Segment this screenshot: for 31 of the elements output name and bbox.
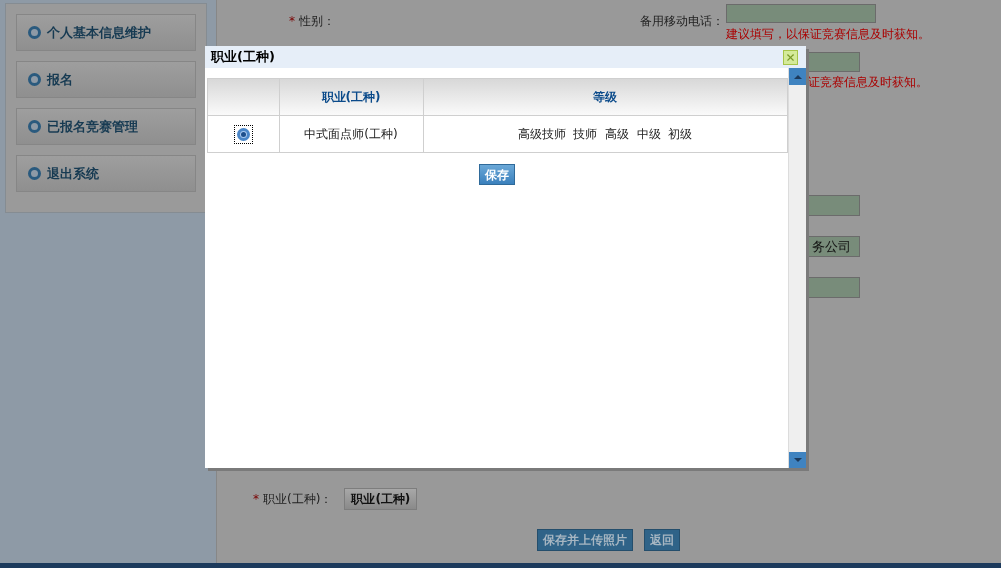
text-field[interactable]: 务公司 <box>806 236 860 257</box>
sidebar-item[interactable]: 退出系统 <box>16 155 196 192</box>
required-mark: * <box>253 491 259 508</box>
hint-text: 建议填写，以保证竞赛信息及时获知。 <box>726 26 930 43</box>
sidebar-item[interactable]: 个人基本信息维护 <box>16 14 196 51</box>
sidebar-item[interactable]: 已报名竞赛管理 <box>16 108 196 145</box>
text-field[interactable] <box>806 52 860 72</box>
column-header: 等级 <box>593 90 617 104</box>
sidebar-item[interactable]: 报名 <box>16 61 196 98</box>
table-cell: 中式面点师(工种) <box>304 127 398 141</box>
required-mark: * <box>289 13 295 30</box>
close-button[interactable] <box>783 49 798 65</box>
scroll-up-icon[interactable] <box>789 68 806 85</box>
radio-button[interactable] <box>233 124 253 144</box>
save-upload-button[interactable]: 保存并上传照片 <box>537 529 633 551</box>
column-header: 职业(工种) <box>321 90 381 104</box>
save-button[interactable]: 保存 <box>479 164 515 185</box>
text-field[interactable] <box>806 277 860 298</box>
dialog-title: 职业(工种) <box>211 48 275 67</box>
back-button[interactable]: 返回 <box>644 529 680 551</box>
hint-text: 证竞赛信息及时获知。 <box>808 75 928 89</box>
occupation-button[interactable]: 职业(工种) <box>344 488 418 510</box>
text-field[interactable] <box>806 195 860 216</box>
table-cell: 高级技师 技师 高级 中级 初级 <box>517 127 693 141</box>
backup-mobile-field[interactable] <box>726 4 876 23</box>
scroll-down-icon[interactable] <box>789 452 806 468</box>
scrollbar[interactable] <box>788 68 806 468</box>
close-icon <box>785 51 796 63</box>
backup-mobile-label: 备用移动电话： <box>639 13 724 30</box>
gender-label: 性别： <box>299 13 335 30</box>
occupation-label: 职业(工种)： <box>263 491 333 508</box>
